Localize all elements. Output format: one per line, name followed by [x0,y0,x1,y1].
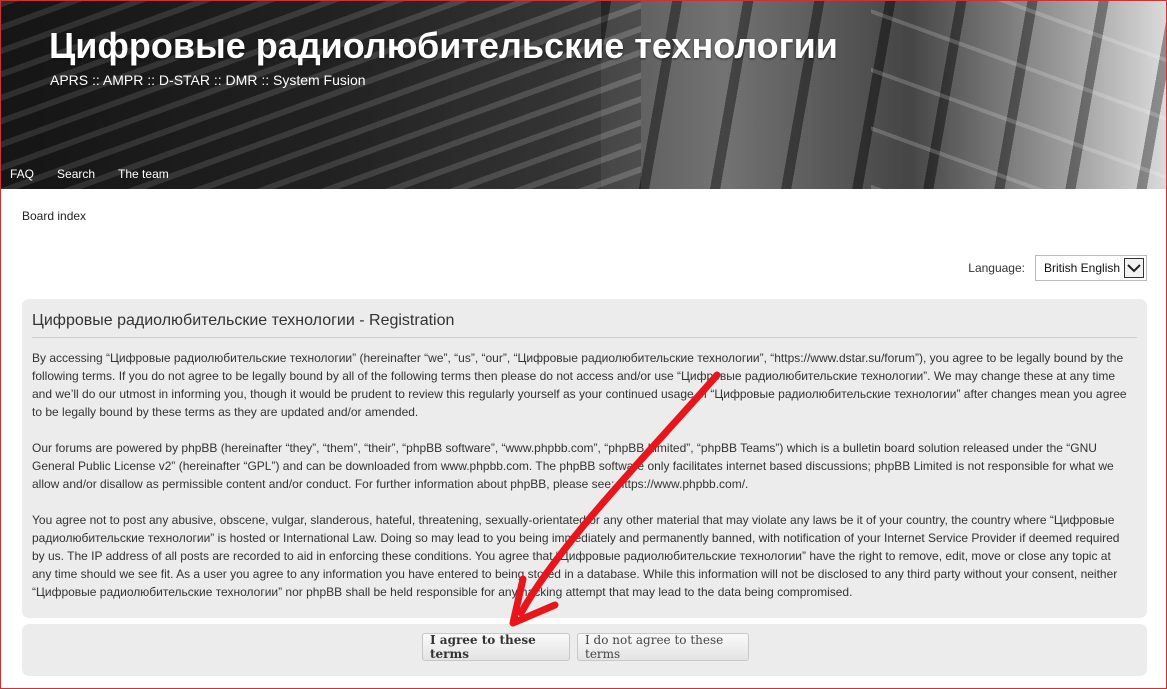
disagree-terms-button[interactable]: I do not agree to these terms [577,633,749,661]
terms-actions: I agree to these terms I do not agree to… [22,624,1147,676]
nav-faq-link[interactable]: FAQ [10,167,34,181]
terms-paragraph: By accessing “Цифровые радиолюбительские… [32,351,1127,419]
header-nav: FAQ Search The team [10,167,192,181]
language-selector: Language: British English [968,255,1147,281]
chevron-down-icon[interactable] [1124,258,1144,278]
language-label: Language: [968,261,1025,275]
terms-body: By accessing “Цифровые радиолюбительские… [32,349,1133,619]
panel-divider [32,337,1137,338]
registration-title: Цифровые радиолюбительские технологии - … [32,312,455,329]
site-header: Цифровые радиолюбительские технологии AP… [1,1,1166,189]
nav-search-link[interactable]: Search [57,167,95,181]
header-background-building-glass [871,1,1166,189]
terms-paragraph: Our forums are powered by phpBB (hereina… [32,441,1114,491]
agree-terms-button[interactable]: I agree to these terms [422,633,570,661]
nav-team-link[interactable]: The team [118,167,169,181]
site-description: APRS :: AMPR :: D-STAR :: DMR :: System … [50,72,366,88]
registration-terms-panel: Цифровые радиолюбительские технологии - … [22,299,1147,618]
language-select[interactable]: British English [1035,255,1147,281]
language-selected-value: British English [1044,261,1121,275]
site-title[interactable]: Цифровые радиолюбительские технологии [49,25,838,67]
terms-paragraph: You agree not to post any abusive, obsce… [32,513,1120,599]
breadcrumb-board-index[interactable]: Board index [22,209,86,223]
